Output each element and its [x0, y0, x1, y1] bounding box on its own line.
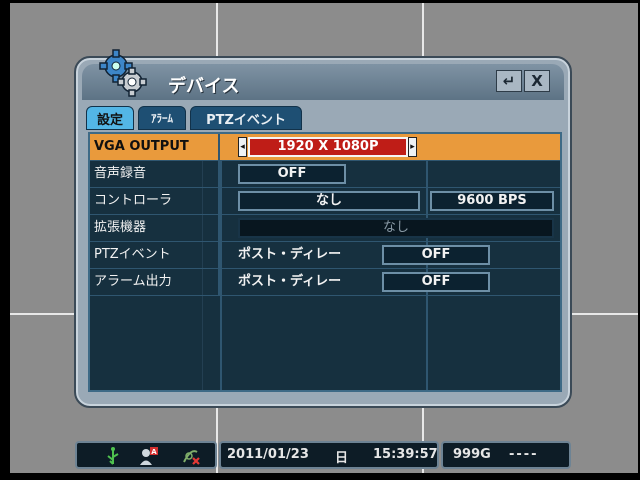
- row-ptz-event: PTZイベント ポスト・ディレー OFF: [90, 242, 560, 269]
- tab-settings[interactable]: 設定: [86, 106, 134, 130]
- increase-arrow-icon[interactable]: ▸: [408, 137, 417, 157]
- network-off-icon: [183, 450, 200, 465]
- row-audio-recording: 音声録音 OFF: [90, 161, 560, 188]
- storage-capacity: 999G: [453, 447, 491, 462]
- expansion-device-label: 拡張機器: [90, 215, 220, 241]
- status-icons: A: [75, 441, 217, 469]
- time-text: 15:39:57: [373, 447, 438, 462]
- controller-baud-rate[interactable]: 9600 BPS: [430, 191, 554, 211]
- date-text: 2011/01/23: [227, 447, 309, 462]
- close-button[interactable]: X: [524, 70, 550, 92]
- vga-output-label: VGA OUTPUT: [90, 134, 220, 160]
- user-alert-icon: A: [140, 447, 158, 465]
- dialog-title: デバイス: [168, 76, 240, 97]
- ptz-post-delay-label: ポスト・ディレー: [238, 247, 342, 262]
- row-vga-output[interactable]: VGA OUTPUT ◂ 1920 X 1080P ▸: [90, 134, 560, 161]
- settings-panel: VGA OUTPUT ◂ 1920 X 1080P ▸ 音声録音 OFF コント…: [88, 132, 562, 392]
- expansion-device-value: なし: [238, 218, 554, 238]
- storage-display: 999G ----: [441, 441, 571, 469]
- svg-text:A: A: [151, 448, 157, 456]
- row-expansion-device: 拡張機器 なし: [90, 215, 560, 242]
- usb-icon: [107, 447, 119, 465]
- gear-icon: [99, 49, 147, 97]
- row-controller: コントローラ なし 9600 BPS: [90, 188, 560, 215]
- vga-output-value[interactable]: 1920 X 1080P: [248, 137, 408, 157]
- alarm-post-delay-value[interactable]: OFF: [382, 272, 490, 292]
- storage-status: ----: [509, 447, 539, 462]
- back-button[interactable]: ↵: [496, 70, 522, 92]
- alarm-post-delay-label: ポスト・ディレー: [238, 274, 342, 289]
- ptz-post-delay-value[interactable]: OFF: [382, 245, 490, 265]
- ptz-event-label: PTZイベント: [90, 242, 220, 268]
- audio-recording-value[interactable]: OFF: [238, 164, 346, 184]
- controller-value[interactable]: なし: [238, 191, 420, 211]
- weekday-text: 日: [335, 451, 349, 466]
- controller-label: コントローラ: [90, 188, 220, 214]
- row-alarm-output: アラーム出力 ポスト・ディレー OFF: [90, 269, 560, 296]
- tab-alarm[interactable]: ｱﾗｰﾑ: [138, 106, 186, 130]
- datetime-display: 2011/01/23 日 15:39:57: [219, 441, 439, 469]
- decrease-arrow-icon[interactable]: ◂: [238, 137, 247, 157]
- device-dialog: デバイス ↵ X 設定 ｱﾗｰﾑ PTZイベント VGA OUTPUT ◂ 19…: [74, 49, 572, 408]
- title-bar: デバイス ↵ X: [82, 49, 564, 100]
- tab-ptz-event[interactable]: PTZイベント: [190, 106, 302, 130]
- alarm-output-label: アラーム出力: [90, 269, 220, 295]
- audio-recording-label: 音声録音: [90, 161, 220, 187]
